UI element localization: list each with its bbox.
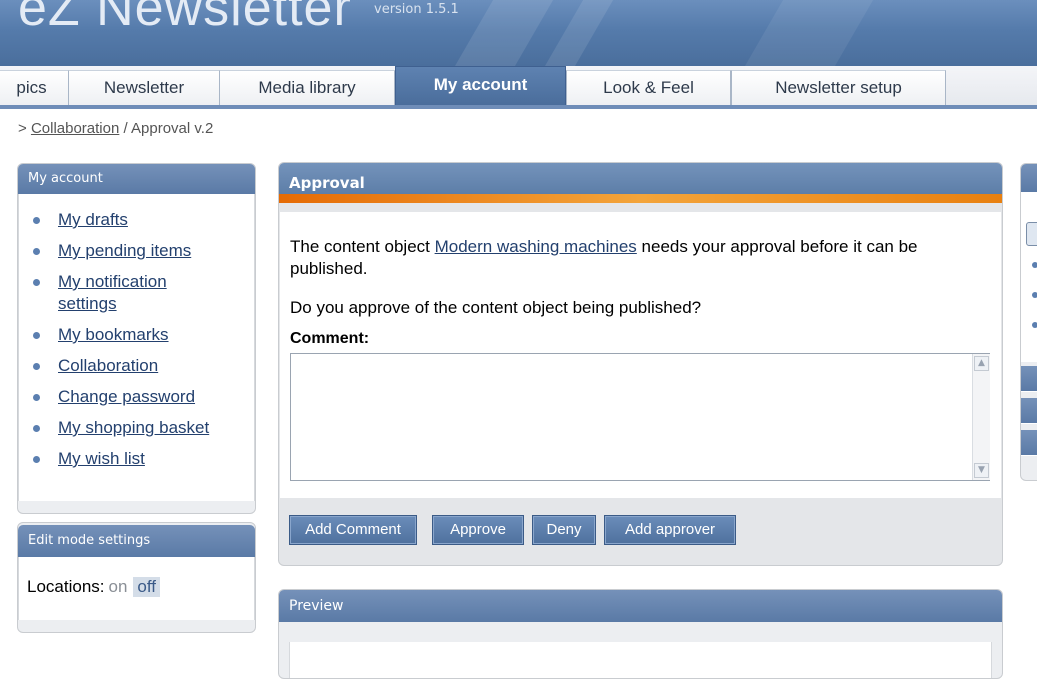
locations-label: Locations: — [27, 577, 105, 596]
tab-label: Look & Feel — [603, 78, 694, 97]
account-menu: My drafts My pending items My notificati… — [19, 209, 254, 479]
bullet-icon — [33, 248, 40, 255]
breadcrumb: > Collaboration / Approval v.2 — [18, 120, 213, 137]
approval-question: Do you approve of the content object bei… — [290, 298, 702, 317]
menu-item-my-pending-items: My pending items — [19, 240, 254, 262]
menu-item-collaboration: Collaboration — [19, 355, 254, 377]
breadcrumb-current: Approval v.2 — [131, 120, 214, 137]
bullet-icon — [33, 394, 40, 401]
add-approver-button[interactable]: Add approver — [604, 515, 736, 545]
panel-icon[interactable] — [1026, 222, 1037, 246]
main-tab-bar: pics Newsletter Media library My account… — [0, 66, 1037, 109]
approval-panel-title: Approval — [279, 163, 1002, 203]
scroll-up-icon[interactable]: ▲ — [974, 356, 989, 371]
my-account-panel-body: My drafts My pending items My notificati… — [18, 194, 255, 501]
comment-label: Comment: — [290, 330, 370, 347]
comment-scrollbar[interactable]: ▲ ▼ — [972, 354, 990, 480]
breadcrumb-link-collaboration[interactable]: Collaboration — [31, 120, 119, 137]
menu-link[interactable]: My notification settings — [58, 271, 198, 315]
locations-setting: Locations: on off — [27, 577, 161, 597]
app-header: eZ Newsletter version 1.5.1 — [0, 0, 1037, 66]
tab-newsletter-setup[interactable]: Newsletter setup — [731, 70, 946, 105]
bullet-icon — [33, 332, 40, 339]
right-panel-tab[interactable] — [1021, 366, 1037, 392]
right-panel-tab[interactable] — [1021, 398, 1037, 424]
comment-textarea[interactable] — [290, 353, 990, 481]
add-comment-button[interactable]: Add Comment — [289, 515, 417, 545]
tab-my-account[interactable]: My account — [395, 66, 566, 105]
breadcrumb-separator: / — [119, 120, 132, 137]
header-decoration — [725, 0, 885, 66]
menu-link[interactable]: My wish list — [58, 449, 145, 468]
preview-panel-body — [289, 642, 992, 678]
approval-message: The content object Modern washing machin… — [290, 236, 990, 280]
menu-link[interactable]: My drafts — [58, 210, 128, 229]
menu-item-my-wish-list: My wish list — [19, 448, 254, 470]
tab-topics[interactable]: pics — [0, 70, 69, 105]
approval-panel-body: The content object Modern washing machin… — [280, 212, 1001, 498]
tab-label: Newsletter — [103, 78, 185, 97]
tab-label: My account — [433, 75, 528, 94]
bullet-icon — [1032, 292, 1037, 298]
bullet-icon — [33, 425, 40, 432]
locations-on-link[interactable]: on — [109, 577, 128, 596]
approval-panel: Approval The content object Modern washi… — [278, 162, 1003, 566]
tab-label: Newsletter setup — [775, 78, 902, 97]
my-account-panel: My account My drafts My pending items My… — [17, 163, 256, 514]
tab-media-library[interactable]: Media library — [219, 70, 395, 105]
bullet-icon — [33, 363, 40, 370]
bullet-icon — [1032, 322, 1037, 328]
bullet-icon — [33, 279, 40, 286]
menu-link[interactable]: My shopping basket — [58, 418, 209, 437]
menu-link[interactable]: My pending items — [58, 241, 191, 260]
app-title: eZ Newsletter — [18, 0, 352, 37]
right-sidebar-panel — [1020, 163, 1037, 481]
menu-item-my-bookmarks: My bookmarks — [19, 324, 254, 346]
locations-off-selected: off — [133, 577, 161, 597]
menu-item-my-shopping-basket: My shopping basket — [19, 417, 254, 439]
tab-newsletter[interactable]: Newsletter — [68, 70, 220, 105]
preview-panel-title: Preview — [279, 590, 1002, 622]
bullet-icon — [33, 217, 40, 224]
menu-link[interactable]: Collaboration — [58, 356, 158, 375]
approval-message-start: The content object — [290, 237, 435, 256]
breadcrumb-prefix: > — [18, 120, 31, 137]
deny-button[interactable]: Deny — [532, 515, 596, 545]
menu-item-my-drafts: My drafts — [19, 209, 254, 231]
approve-button[interactable]: Approve — [432, 515, 524, 545]
right-panel-tab[interactable] — [1021, 430, 1037, 456]
app-version: version 1.5.1 — [374, 2, 459, 17]
content-object-link[interactable]: Modern washing machines — [435, 237, 637, 256]
tab-label: pics — [16, 78, 47, 97]
tab-look-and-feel[interactable]: Look & Feel — [566, 70, 731, 105]
tab-label: Media library — [258, 78, 356, 97]
scroll-down-icon[interactable]: ▼ — [974, 463, 989, 478]
menu-link[interactable]: Change password — [58, 387, 195, 406]
edit-mode-panel: Edit mode settings Locations: on off — [17, 522, 256, 633]
edit-mode-panel-body: Locations: on off — [18, 557, 255, 620]
menu-item-change-password: Change password — [19, 386, 254, 408]
bullet-icon — [1032, 262, 1037, 268]
menu-link[interactable]: My bookmarks — [58, 325, 169, 344]
my-account-panel-title: My account — [18, 164, 255, 194]
right-panel-header — [1021, 164, 1037, 192]
menu-item-my-notification-settings: My notification settings — [19, 271, 254, 315]
preview-panel: Preview — [278, 589, 1003, 679]
right-panel-body — [1021, 192, 1037, 362]
bullet-icon — [33, 456, 40, 463]
edit-mode-panel-title: Edit mode settings — [18, 525, 255, 557]
